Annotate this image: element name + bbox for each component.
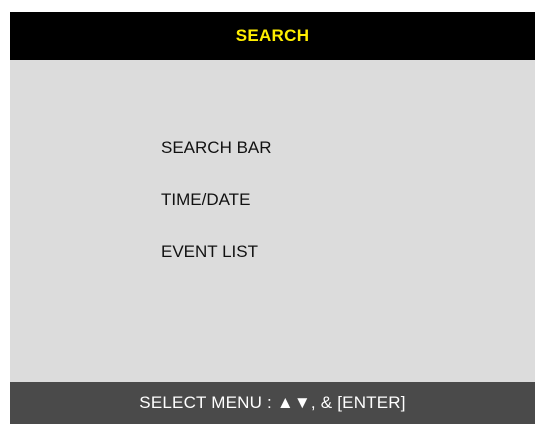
search-menu-screen: SEARCH SEARCH BAR TIME/DATE EVENT LIST S… (10, 12, 535, 424)
footer-hint-bar: SELECT MENU : ▲▼, & [ENTER] (10, 382, 535, 424)
menu-item-search-bar[interactable]: SEARCH BAR (161, 138, 272, 190)
menu-item-time-date[interactable]: TIME/DATE (161, 190, 272, 242)
menu-item-event-list[interactable]: EVENT LIST (161, 242, 272, 294)
navigation-hint: SELECT MENU : ▲▼, & [ENTER] (139, 393, 406, 412)
page-title: SEARCH (235, 26, 310, 45)
title-bar: SEARCH (10, 12, 535, 60)
search-menu-list: SEARCH BAR TIME/DATE EVENT LIST (161, 138, 272, 294)
